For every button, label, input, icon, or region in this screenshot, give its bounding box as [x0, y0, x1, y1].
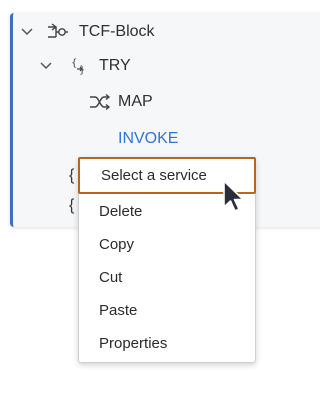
tree-node-label: MAP [118, 92, 153, 110]
tree-node-map[interactable]: MAP [13, 85, 320, 118]
menu-item-label: Paste [99, 302, 138, 319]
menu-item-copy[interactable]: Copy [79, 228, 255, 261]
svg-text:{: { [71, 58, 77, 69]
menu-item-label: Copy [99, 236, 135, 253]
menu-item-paste[interactable]: Paste [79, 294, 255, 327]
tree-node-label: TRY [99, 56, 131, 74]
menu-item-label: Delete [99, 203, 143, 220]
tree-node-tcf-block[interactable]: TCF-Block [13, 15, 320, 48]
menu-item-properties[interactable]: Properties [79, 327, 255, 360]
hidden-node-icon: { [69, 167, 75, 184]
menu-item-cut[interactable]: Cut [79, 261, 255, 294]
tree-node-try[interactable]: { } TRY [13, 49, 320, 82]
flow-block-icon [47, 22, 69, 42]
mouse-pointer-icon [223, 180, 244, 212]
chevron-down-icon[interactable] [39, 59, 53, 73]
hidden-node-icon: { [69, 197, 75, 214]
try-braces-icon: { } [71, 56, 93, 76]
menu-item-label: Cut [99, 269, 123, 286]
shuffle-map-icon [89, 92, 111, 112]
menu-item-label: Select a service [101, 167, 207, 184]
tree-node-label: TCF-Block [79, 22, 155, 40]
tree-node-invoke[interactable]: INVOKE [13, 122, 320, 155]
tree-node-label: INVOKE [118, 129, 179, 147]
chevron-down-icon[interactable] [20, 25, 34, 39]
menu-item-label: Properties [99, 335, 168, 352]
